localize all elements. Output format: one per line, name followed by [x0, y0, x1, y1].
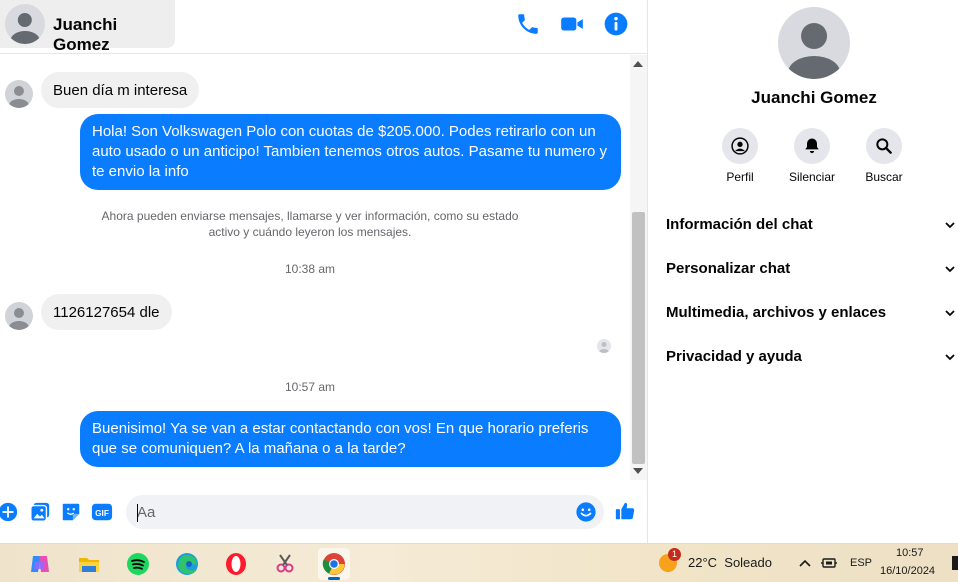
snipping-tool-icon[interactable]	[269, 548, 301, 580]
weather-text[interactable]: 22°C Soleado	[688, 555, 772, 570]
search-label: Buscar	[865, 170, 903, 184]
customize-chat-section[interactable]: Personalizar chat	[649, 247, 958, 291]
profile-avatar[interactable]	[778, 7, 850, 79]
emoji-icon[interactable]	[575, 501, 597, 523]
contact-name[interactable]: Juanchi Gomez	[53, 15, 175, 55]
profile-name: Juanchi Gomez	[751, 88, 877, 107]
language-indicator[interactable]: ESP	[850, 557, 872, 569]
thumbs-up-icon[interactable]	[614, 500, 638, 524]
chevron-down-icon	[945, 222, 955, 229]
text-caret	[137, 504, 138, 522]
media-files-section[interactable]: Multimedia, archivos y enlaces	[649, 291, 958, 335]
mute-label: Silenciar	[788, 170, 836, 184]
clock-time[interactable]: 10:57	[896, 547, 924, 559]
chevron-down-icon	[945, 310, 955, 317]
scroll-up-arrow[interactable]	[633, 61, 643, 67]
chevron-down-icon	[945, 266, 955, 273]
power-plug-icon[interactable]	[820, 555, 838, 571]
timestamp: 10:38 am	[284, 262, 336, 276]
gif-label: GIF	[95, 509, 109, 518]
opera-icon[interactable]	[220, 548, 252, 580]
weather-badge: 1	[668, 548, 681, 561]
sticker-icon[interactable]	[60, 501, 82, 523]
scroll-down-arrow[interactable]	[633, 468, 643, 474]
chevron-up-icon[interactable]	[798, 556, 812, 570]
image-icon[interactable]	[29, 501, 51, 523]
weather-sun-icon[interactable]: 1	[656, 548, 681, 575]
chat-info-section[interactable]: Información del chat	[649, 203, 958, 247]
edge-icon[interactable]	[171, 548, 203, 580]
message-scrollbar[interactable]	[630, 55, 647, 480]
clock-date[interactable]: 16/10/2024	[880, 565, 935, 577]
profile-icon[interactable]	[722, 128, 758, 164]
section-label: Información del chat	[666, 216, 813, 233]
message-list[interactable]: Buen día m interesa Hola! Son Volkswagen…	[0, 55, 630, 480]
mute-button[interactable]: Silenciar	[782, 128, 842, 184]
copilot-icon[interactable]	[24, 548, 56, 580]
info-icon[interactable]	[603, 11, 629, 37]
read-receipt-avatar	[597, 339, 611, 353]
outgoing-message-bubble[interactable]: Hola! Son Volkswagen Polo con cuotas de …	[80, 114, 621, 190]
incoming-message-bubble[interactable]: 1126127654 dle	[41, 294, 172, 330]
chrome-icon[interactable]	[318, 548, 350, 580]
search-button[interactable]: Buscar	[854, 128, 914, 184]
plus-icon[interactable]	[0, 501, 19, 523]
timestamp: 10:57 am	[284, 380, 336, 394]
spotify-icon[interactable]	[122, 548, 154, 580]
chat-header: Juanchi Gomez	[0, 0, 648, 54]
message-input[interactable]	[126, 495, 604, 529]
section-label: Multimedia, archivos y enlaces	[666, 304, 887, 321]
bell-icon[interactable]	[794, 128, 830, 164]
contact-avatar[interactable]	[5, 4, 45, 44]
section-label: Privacidad y ayuda	[666, 348, 802, 365]
profile-button[interactable]: Perfil	[710, 128, 770, 184]
windows-taskbar: 1 22°C Soleado ESP 10:57 16/10/2024	[0, 543, 958, 582]
message-composer: GIF	[0, 488, 648, 536]
sender-avatar[interactable]	[5, 302, 33, 330]
profile-label: Perfil	[726, 170, 754, 184]
scroll-thumb[interactable]	[632, 212, 645, 464]
conversation-info-panel: Juanchi Gomez Perfil Silenciar Buscar In…	[649, 0, 958, 543]
notification-icon[interactable]	[952, 556, 958, 570]
chat-pane: Juanchi Gomez Buen día m interesa Hola! …	[0, 0, 648, 543]
search-icon[interactable]	[866, 128, 902, 164]
gif-icon[interactable]: GIF	[91, 501, 113, 523]
phone-icon[interactable]	[515, 11, 541, 37]
incoming-message-bubble[interactable]: Buen día m interesa	[41, 72, 200, 108]
chevron-down-icon	[945, 354, 955, 361]
section-label: Personalizar chat	[666, 260, 791, 277]
contact-header-button[interactable]: Juanchi Gomez	[0, 0, 175, 54]
outgoing-message-bubble[interactable]: Buenisimo! Ya se van a estar contactando…	[80, 411, 621, 467]
privacy-support-section[interactable]: Privacidad y ayuda	[649, 335, 958, 379]
file-explorer-icon[interactable]	[73, 548, 105, 580]
video-icon[interactable]	[559, 11, 585, 37]
system-notice: Ahora pueden enviarse mensajes, llamarse…	[101, 209, 519, 239]
sender-avatar[interactable]	[5, 80, 33, 108]
